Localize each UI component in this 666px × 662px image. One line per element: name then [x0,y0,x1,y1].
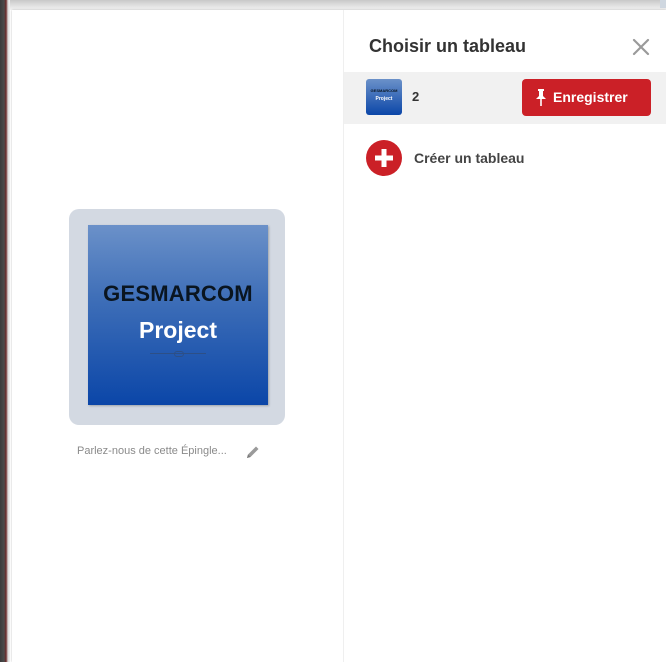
pencil-icon[interactable] [245,444,261,460]
board-row[interactable]: GESMARCOM Project 2 Enregistrer [344,72,666,124]
pin-image-ornament [174,351,184,357]
panel-title: Choisir un tableau [369,36,527,56]
pin-image-subtitle: Project [139,317,217,343]
save-button-label: Enregistrer [553,89,628,105]
board-thumbnail-title: GESMARCOM [370,88,398,93]
create-board-button[interactable]: Créer un tableau [364,138,624,178]
window-edge-top [10,0,666,10]
pushpin-icon [536,89,546,106]
board-name: 2 [412,89,420,104]
board-thumbnail-subtitle: Project [375,96,393,102]
create-board-label: Créer un tableau [414,150,525,166]
plus-circle-icon [366,140,402,176]
pin-image: GESMARCOM Project [88,225,268,405]
pin-image-title: GESMARCOM [103,281,253,306]
save-button[interactable]: Enregistrer [522,79,651,116]
board-thumbnail: GESMARCOM Project [366,79,402,115]
close-icon[interactable] [631,37,651,57]
window-edge-left [0,0,10,662]
pin-description-field[interactable]: Parlez-nous de cette Épingle... [77,445,227,457]
window-edge-right [660,0,666,8]
